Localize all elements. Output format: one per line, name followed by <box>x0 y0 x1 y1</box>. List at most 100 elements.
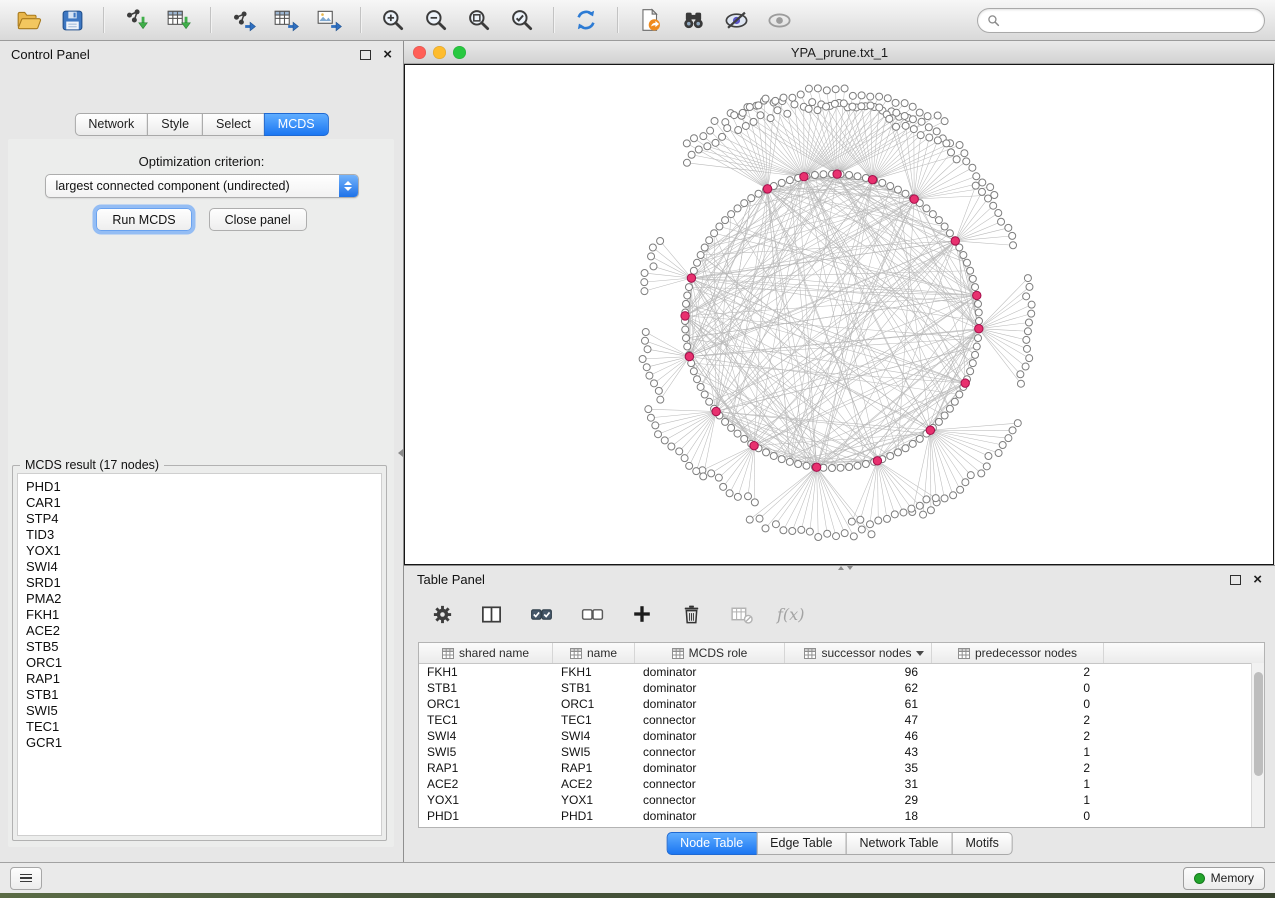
close-panel-icon[interactable]: × <box>1253 572 1262 587</box>
tab-node-table[interactable]: Node Table <box>666 832 757 855</box>
mcds-result-item[interactable]: SWI4 <box>18 559 381 575</box>
export-network-button[interactable] <box>224 4 262 36</box>
mcds-result-item[interactable]: GCR1 <box>18 735 381 751</box>
node-table-header: shared name name MCDS role successor nod… <box>419 643 1264 664</box>
float-panel-icon[interactable] <box>360 50 371 60</box>
mcds-result-item[interactable]: ORC1 <box>18 655 381 671</box>
table-row[interactable]: RAP1RAP1dominator352 <box>419 760 1264 776</box>
export-image-button[interactable] <box>310 4 348 36</box>
close-panel-icon[interactable]: × <box>383 47 392 62</box>
memory-button[interactable]: Memory <box>1183 867 1265 890</box>
zoom-out-button[interactable] <box>417 4 455 36</box>
table-row[interactable]: PHD1PHD1dominator180 <box>419 808 1264 824</box>
import-network-button[interactable] <box>117 4 155 36</box>
mcds-result-item[interactable]: SRD1 <box>18 575 381 591</box>
table-settings-button[interactable] <box>428 598 456 630</box>
table-cell: 1 <box>932 792 1104 808</box>
table-row[interactable]: FKH1FKH1dominator962 <box>419 664 1264 680</box>
table-panel-title: Table Panel <box>417 572 485 587</box>
zoom-in-icon <box>380 7 406 33</box>
mcds-result-item[interactable]: STP4 <box>18 511 381 527</box>
refresh-view-button[interactable] <box>567 4 605 36</box>
zoom-fit-button[interactable] <box>460 4 498 36</box>
column-header-name[interactable]: name <box>553 643 635 663</box>
criterion-select[interactable]: largest connected component (undirected) <box>45 174 359 198</box>
show-hide-button[interactable] <box>760 4 798 36</box>
open-file-button[interactable] <box>10 4 48 36</box>
column-type-icon <box>804 648 816 659</box>
table-panel-tabs: Node Table Edge Table Network Table Moti… <box>666 832 1013 855</box>
zoom-selected-button[interactable] <box>503 4 541 36</box>
column-header-shared-name[interactable]: shared name <box>419 643 553 663</box>
table-row[interactable]: YOX1YOX1connector291 <box>419 792 1264 808</box>
graphics-details-button[interactable] <box>717 4 755 36</box>
mcds-result-item[interactable]: RAP1 <box>18 671 381 687</box>
table-cell: connector <box>635 744 785 760</box>
mcds-result-item[interactable]: TID3 <box>18 527 381 543</box>
table-cell: 2 <box>932 712 1104 728</box>
table-row[interactable]: STB1STB1dominator620 <box>419 680 1264 696</box>
table-row[interactable]: SWI4SWI4dominator462 <box>419 728 1264 744</box>
save-session-button[interactable] <box>53 4 91 36</box>
select-all-button[interactable] <box>526 598 556 630</box>
show-column-panel-button[interactable] <box>477 598 505 630</box>
mcds-result-item[interactable]: STB1 <box>18 687 381 703</box>
search-input[interactable] <box>1006 12 1255 28</box>
mcds-result-item[interactable]: PHD1 <box>18 479 381 495</box>
mcds-result-item[interactable]: TEC1 <box>18 719 381 735</box>
import-table-button[interactable] <box>160 4 198 36</box>
trash-icon <box>680 603 703 626</box>
tab-mcds[interactable]: MCDS <box>264 113 329 136</box>
control-panel-tabs: Network Style Select MCDS <box>74 113 328 136</box>
create-column-button[interactable] <box>628 598 656 630</box>
first-neighbors-button[interactable] <box>674 4 712 36</box>
tab-network[interactable]: Network <box>74 113 148 136</box>
table-cell-filler <box>1104 744 1264 760</box>
criterion-selected-value: largest connected component (undirected) <box>46 179 339 193</box>
export-table-button[interactable] <box>267 4 305 36</box>
tab-network-table[interactable]: Network Table <box>846 832 953 855</box>
task-history-button[interactable] <box>10 867 42 890</box>
column-header-predecessor-nodes[interactable]: predecessor nodes <box>932 643 1104 663</box>
mcds-result-item[interactable]: SWI5 <box>18 703 381 719</box>
scrollbar-thumb[interactable] <box>1254 672 1263 776</box>
float-panel-icon[interactable] <box>1230 575 1241 585</box>
table-row[interactable]: ORC1ORC1dominator610 <box>419 696 1264 712</box>
table-cell: ORC1 <box>553 696 635 712</box>
table-cell: RAP1 <box>419 760 553 776</box>
application-window: Control Panel × Network Style Select MCD… <box>0 0 1275 898</box>
node-table: shared name name MCDS role successor nod… <box>418 642 1265 828</box>
column-header-successor-nodes[interactable]: successor nodes <box>785 643 932 663</box>
tab-edge-table[interactable]: Edge Table <box>756 832 846 855</box>
plus-icon <box>631 603 653 625</box>
tab-motifs[interactable]: Motifs <box>951 832 1012 855</box>
table-cell: 46 <box>785 728 932 744</box>
global-search[interactable] <box>977 8 1265 33</box>
table-row[interactable]: ACE2ACE2connector311 <box>419 776 1264 792</box>
deselect-all-button[interactable] <box>577 598 607 630</box>
tab-style[interactable]: Style <box>147 113 203 136</box>
table-row[interactable]: SWI5SWI5connector431 <box>419 744 1264 760</box>
mcds-result-item[interactable]: PMA2 <box>18 591 381 607</box>
zoom-in-button[interactable] <box>374 4 412 36</box>
network-window-titlebar[interactable]: YPA_prune.txt_1 <box>404 41 1275 64</box>
vertical-splitter-handle[interactable] <box>398 449 403 457</box>
column-header-mcds-role[interactable]: MCDS role <box>635 643 785 663</box>
delete-column-button[interactable] <box>677 598 705 630</box>
mcds-result-item[interactable]: CAR1 <box>18 495 381 511</box>
horizontal-splitter-handle[interactable] <box>838 566 853 570</box>
share-document-button[interactable] <box>631 4 669 36</box>
mcds-result-item[interactable]: STB5 <box>18 639 381 655</box>
sort-caret-icon[interactable] <box>916 651 924 656</box>
table-row[interactable]: TEC1TEC1connector472 <box>419 712 1264 728</box>
mcds-result-item[interactable]: YOX1 <box>18 543 381 559</box>
table-vertical-scrollbar[interactable] <box>1251 663 1264 827</box>
table-cell: SWI5 <box>419 744 553 760</box>
tab-select[interactable]: Select <box>202 113 265 136</box>
network-canvas[interactable] <box>404 64 1274 565</box>
mcds-result-item[interactable]: FKH1 <box>18 607 381 623</box>
run-mcds-button[interactable]: Run MCDS <box>96 208 191 231</box>
close-panel-button[interactable]: Close panel <box>209 208 307 231</box>
mcds-result-item[interactable]: ACE2 <box>18 623 381 639</box>
table-cell: dominator <box>635 728 785 744</box>
